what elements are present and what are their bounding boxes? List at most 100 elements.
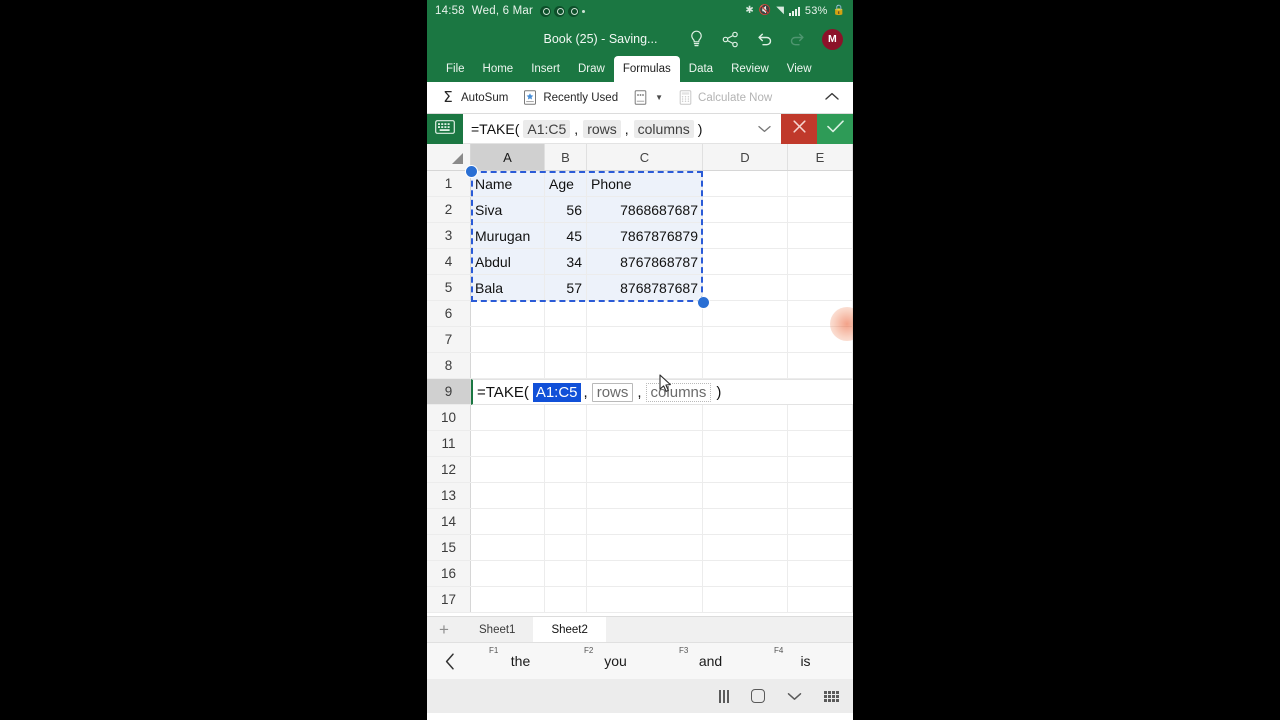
- cell-d14[interactable]: [703, 509, 788, 534]
- tab-review[interactable]: Review: [722, 56, 778, 82]
- cell-e13[interactable]: [788, 483, 853, 508]
- cell-a2[interactable]: Siva: [471, 197, 545, 222]
- cell-c2[interactable]: 7868687687: [587, 197, 703, 222]
- avatar[interactable]: M: [822, 28, 843, 50]
- cell-d11[interactable]: [703, 431, 788, 456]
- table-row[interactable]: 10: [427, 405, 853, 431]
- cell-a11[interactable]: [471, 431, 545, 456]
- table-row[interactable]: 2 Siva 56 7868687687: [427, 197, 853, 223]
- cell-a15[interactable]: [471, 535, 545, 560]
- cell-e15[interactable]: [788, 535, 853, 560]
- table-row[interactable]: 3 Murugan 45 7867876879: [427, 223, 853, 249]
- cell-d8[interactable]: [703, 353, 788, 378]
- cell-e14[interactable]: [788, 509, 853, 534]
- cell-d16[interactable]: [703, 561, 788, 586]
- table-row[interactable]: 5 Bala 57 8768787687: [427, 275, 853, 301]
- cell-e12[interactable]: [788, 457, 853, 482]
- formula-cancel-button[interactable]: [781, 114, 817, 144]
- cell-b1[interactable]: Age: [545, 171, 587, 196]
- recently-used-button[interactable]: Recently Used: [515, 90, 625, 106]
- cell-a14[interactable]: [471, 509, 545, 534]
- row-header-11[interactable]: 11: [427, 431, 471, 456]
- cell-c10[interactable]: [587, 405, 703, 430]
- table-row[interactable]: 15: [427, 535, 853, 561]
- cell-c6[interactable]: [587, 301, 703, 326]
- suggestion-is[interactable]: F4 is: [758, 643, 853, 679]
- cell-editor[interactable]: =TAKE( A1:C5 , rows , columns ): [471, 379, 853, 405]
- cell-a10[interactable]: [471, 405, 545, 430]
- row-header-9[interactable]: 9: [427, 379, 471, 404]
- tab-file[interactable]: File: [437, 56, 474, 82]
- column-header-c[interactable]: C: [587, 144, 703, 170]
- cell-b7[interactable]: [545, 327, 587, 352]
- table-row[interactable]: 8: [427, 353, 853, 379]
- table-row[interactable]: 13: [427, 483, 853, 509]
- cell-b8[interactable]: [545, 353, 587, 378]
- row-header-2[interactable]: 2: [427, 197, 471, 222]
- select-all-button[interactable]: [427, 144, 471, 170]
- lightbulb-icon[interactable]: [686, 29, 706, 49]
- autosum-button[interactable]: Σ AutoSum: [433, 90, 515, 106]
- cell-c12[interactable]: [587, 457, 703, 482]
- row-header-15[interactable]: 15: [427, 535, 471, 560]
- cell-d15[interactable]: [703, 535, 788, 560]
- keyboard-toggle-button[interactable]: [427, 114, 463, 144]
- cell-d6[interactable]: [703, 301, 788, 326]
- cell-e8[interactable]: [788, 353, 853, 378]
- more-functions-button[interactable]: ▼: [625, 90, 670, 106]
- cell-b12[interactable]: [545, 457, 587, 482]
- formula-confirm-button[interactable]: [817, 114, 853, 144]
- chevron-down-icon[interactable]: [787, 692, 802, 701]
- cell-b2[interactable]: 56: [545, 197, 587, 222]
- row-header-5[interactable]: 5: [427, 275, 471, 300]
- cell-b6[interactable]: [545, 301, 587, 326]
- formula-expand-button[interactable]: [747, 114, 781, 144]
- cell-c13[interactable]: [587, 483, 703, 508]
- keyboard-switch-icon[interactable]: [824, 690, 839, 702]
- suggestion-the[interactable]: F1 the: [473, 643, 568, 679]
- cell-d3[interactable]: [703, 223, 788, 248]
- formula-input[interactable]: =TAKE( A1:C5 , rows , columns ): [463, 114, 747, 144]
- tab-data[interactable]: Data: [680, 56, 722, 82]
- add-sheet-button[interactable]: +: [427, 617, 461, 642]
- editor-selected-range[interactable]: A1:C5: [532, 382, 581, 402]
- cell-e5[interactable]: [788, 275, 853, 300]
- column-header-a[interactable]: A: [471, 144, 545, 170]
- row-header-12[interactable]: 12: [427, 457, 471, 482]
- cell-a7[interactable]: [471, 327, 545, 352]
- row-header-17[interactable]: 17: [427, 587, 471, 612]
- tab-draw[interactable]: Draw: [569, 56, 614, 82]
- cell-d12[interactable]: [703, 457, 788, 482]
- cell-e17[interactable]: [788, 587, 853, 612]
- selection-handle-end[interactable]: [697, 296, 710, 309]
- cell-a12[interactable]: [471, 457, 545, 482]
- cell-e3[interactable]: [788, 223, 853, 248]
- cell-b13[interactable]: [545, 483, 587, 508]
- sheet-tab-sheet1[interactable]: Sheet1: [461, 617, 533, 642]
- cell-c15[interactable]: [587, 535, 703, 560]
- row-header-14[interactable]: 14: [427, 509, 471, 534]
- cell-a4[interactable]: Abdul: [471, 249, 545, 274]
- table-row[interactable]: 16: [427, 561, 853, 587]
- cell-b5[interactable]: 57: [545, 275, 587, 300]
- cell-c7[interactable]: [587, 327, 703, 352]
- row-header-3[interactable]: 3: [427, 223, 471, 248]
- cell-e2[interactable]: [788, 197, 853, 222]
- cell-c4[interactable]: 8767868787: [587, 249, 703, 274]
- home-icon[interactable]: [751, 689, 765, 703]
- cell-e11[interactable]: [788, 431, 853, 456]
- tab-view[interactable]: View: [778, 56, 821, 82]
- tab-home[interactable]: Home: [474, 56, 523, 82]
- chevron-left-icon[interactable]: [427, 652, 473, 670]
- table-row[interactable]: 17: [427, 587, 853, 613]
- cell-c5[interactable]: 8768787687: [587, 275, 703, 300]
- cell-b10[interactable]: [545, 405, 587, 430]
- cell-c1[interactable]: Phone: [587, 171, 703, 196]
- cell-a17[interactable]: [471, 587, 545, 612]
- cell-c11[interactable]: [587, 431, 703, 456]
- formula-arg-range[interactable]: A1:C5: [523, 119, 571, 138]
- cell-b4[interactable]: 34: [545, 249, 587, 274]
- ribbon-collapse-button[interactable]: [825, 92, 847, 104]
- editor-arg-rows[interactable]: rows: [591, 382, 634, 402]
- cell-e1[interactable]: [788, 171, 853, 196]
